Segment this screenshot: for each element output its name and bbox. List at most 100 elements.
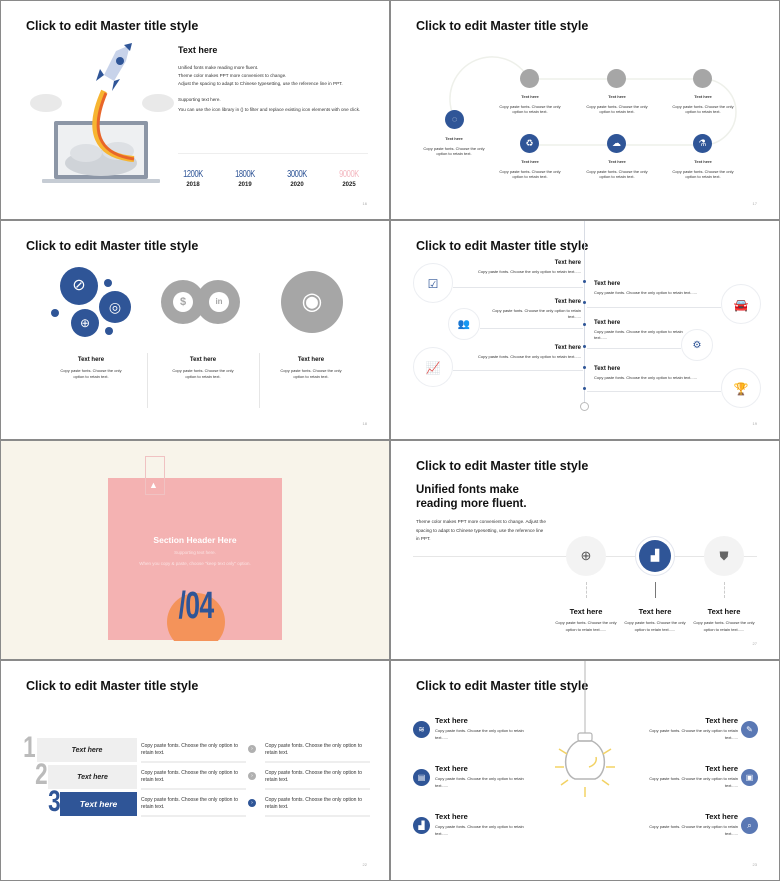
content-heading: Unified fonts make reading more fluent. xyxy=(416,484,527,510)
item-label: Text here xyxy=(705,716,738,725)
supporting-body: You can use the icon library in () to fi… xyxy=(178,107,361,112)
step-detail: Copy paste fonts. Choose the only option… xyxy=(265,793,370,817)
section-number: /04 xyxy=(178,585,215,627)
item-desc: Copy paste fonts. Choose the only option… xyxy=(594,290,697,295)
item-desc: Copy paste fonts. Choose the only option… xyxy=(649,824,738,836)
connector xyxy=(587,391,721,392)
dot xyxy=(51,309,59,317)
timeline-axis xyxy=(584,221,585,403)
connector xyxy=(724,582,725,598)
step-number: 2 xyxy=(35,758,48,791)
chevron-right-icon[interactable]: › xyxy=(248,772,256,780)
body-line: Theme color makes PPT more convenient to… xyxy=(178,73,287,78)
page-number: 17 xyxy=(752,201,757,206)
item-label: Text here xyxy=(435,716,468,725)
connector xyxy=(587,307,721,308)
item-label: Text here xyxy=(608,159,626,164)
item-label: Text here xyxy=(554,345,581,351)
connector xyxy=(655,582,656,598)
slide-title: Click to edit Master title style xyxy=(26,19,199,33)
item-label: Text here xyxy=(569,607,603,616)
slide-title: Click to edit Master title style xyxy=(26,679,199,693)
step-number: 1 xyxy=(23,731,36,764)
content-body: Theme color makes PPT more convenient to… xyxy=(416,519,546,541)
slide-thumbnail-8[interactable]: Click to edit Master title style ≋ Text … xyxy=(391,661,779,880)
stat-item: 1800K 2019 xyxy=(225,169,265,188)
connector xyxy=(453,370,583,371)
lightbulb-illustration xyxy=(555,661,615,797)
podcast-icon: ◉ xyxy=(281,271,343,333)
step-desc: Copy paste fonts. Choose the only option… xyxy=(141,739,246,763)
dot xyxy=(105,327,113,335)
item-desc: Copy paste fonts. Choose the only option… xyxy=(693,620,755,632)
right-item: Text here Copy paste fonts. Choose the on… xyxy=(594,281,719,296)
step-number: 3 xyxy=(48,785,61,818)
page-number: 27 xyxy=(752,641,757,646)
slide-thumbnail-2[interactable]: Click to edit Master title style ◌ Text … xyxy=(391,1,779,219)
right-item: Text here Copy paste fonts. Choose the on… xyxy=(594,320,684,340)
tools-icon xyxy=(607,69,626,88)
cloud-upload-icon: ☁ xyxy=(607,134,626,153)
stat-value: 1200K xyxy=(183,169,203,180)
page-number: 18 xyxy=(362,421,367,426)
box-icon: ▣ xyxy=(741,769,758,786)
slide-thumbnail-5[interactable]: ▲ Section Header Here Supporting text he… xyxy=(1,441,389,659)
stat-value: 9000K xyxy=(339,169,359,180)
timeline-item: Text here Copy paste fonts. Choose the on… xyxy=(668,94,738,115)
globe-icon: ⊕ xyxy=(566,536,606,576)
dot xyxy=(583,280,586,283)
item-label: Text here xyxy=(554,260,581,266)
step-label: Text here xyxy=(60,792,137,816)
stat-item: 9000K 2025 xyxy=(329,169,369,188)
dot xyxy=(583,345,586,348)
right-item: Text here Copy paste fonts. Choose the on… xyxy=(648,716,738,741)
chevron-right-icon[interactable]: › xyxy=(248,799,256,807)
item-desc: Copy paste fonts. Choose the only option… xyxy=(649,776,738,788)
slide-thumbnail-4[interactable]: Click to edit Master title style ☑ Text … xyxy=(391,221,779,439)
stat-item: 1200K 2018 xyxy=(173,169,213,188)
body-line: Adjust the spacing to adapt to Chinese t… xyxy=(178,81,343,86)
slide-thumbnail-7[interactable]: Click to edit Master title style 1 Text … xyxy=(1,661,389,880)
item-desc: Copy paste fonts. Choose the only option… xyxy=(499,168,561,180)
chevron-right-icon[interactable]: › xyxy=(248,745,256,753)
car-icon: 🚘 xyxy=(721,284,761,324)
column-item: Text here Copy paste fonts. Choose the on… xyxy=(51,357,131,379)
item-desc: Copy paste fonts. Choose the only option… xyxy=(586,168,648,180)
slide-thumbnail-6[interactable]: Click to edit Master title style Unified… xyxy=(391,441,779,659)
item-desc: Copy paste fonts. Choose the only option… xyxy=(435,728,524,740)
item-label: Text here xyxy=(435,764,468,773)
dollar-icon: $ xyxy=(173,292,193,312)
section-title: Section Header Here xyxy=(153,535,237,545)
item-desc: Copy paste fonts. Choose the only option… xyxy=(423,145,485,157)
body-line: Unified fonts make reading more fluent. xyxy=(178,65,259,70)
divider xyxy=(147,353,148,408)
item-desc: Copy paste fonts. Choose the only option… xyxy=(435,824,524,836)
bar-chart-icon: ▟ xyxy=(413,817,430,834)
column-label: Text here xyxy=(297,357,325,363)
left-item: Text here Copy paste fonts. Choose the on… xyxy=(435,812,525,837)
item-label: Text here xyxy=(694,94,712,99)
timeline-item: Text here Copy paste fonts. Choose the on… xyxy=(691,607,757,633)
flask-icon: ⚗ xyxy=(693,134,712,153)
connector xyxy=(453,287,583,288)
content-body: Unified fonts make reading more fluent. … xyxy=(178,64,368,115)
slide-thumbnail-1[interactable]: Click to edit Master title style Text he… xyxy=(1,1,389,219)
stat-value: 3000K xyxy=(287,169,307,180)
stat-item: 3000K 2020 xyxy=(277,169,317,188)
triangle-icon: ▲ xyxy=(149,480,158,490)
stat-year: 2020 xyxy=(290,182,304,188)
dot xyxy=(583,387,586,390)
slide-thumbnail-3[interactable]: Click to edit Master title style ⊘ ◎ ⊕ $… xyxy=(1,221,389,439)
stat-value: 1800K xyxy=(235,169,255,180)
compass-icon: ⊘ xyxy=(60,267,98,305)
item-label: Text here xyxy=(521,94,539,99)
page-number: 22 xyxy=(362,862,367,867)
slide-title: Click to edit Master title style xyxy=(416,459,589,473)
item-desc: Copy paste fonts. Choose the only option… xyxy=(672,103,734,115)
item-label: Text here xyxy=(445,136,463,141)
item-label: Text here xyxy=(554,299,581,305)
item-desc: Copy paste fonts. Choose the only option… xyxy=(478,354,581,359)
column-label: Text here xyxy=(77,357,105,363)
clipboard-icon: ▤ xyxy=(413,769,430,786)
satellite-icon xyxy=(520,69,539,88)
